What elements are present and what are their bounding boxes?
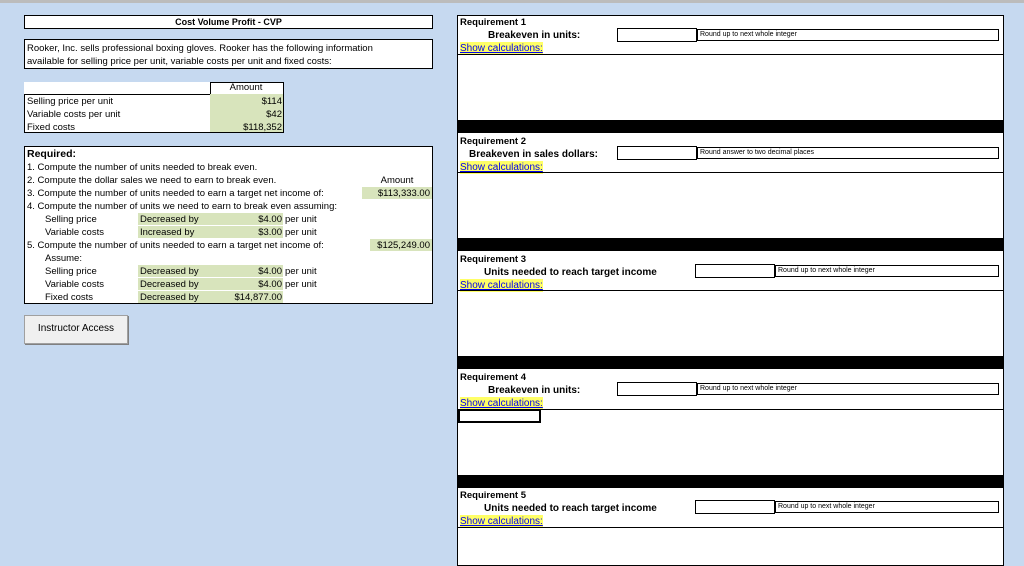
req4-title: Requirement 4	[460, 372, 526, 383]
req4-variable-costs-direction[interactable]: Increased by	[140, 226, 194, 239]
req1-note: Round up to next whole integer	[697, 29, 999, 41]
req5-band	[457, 475, 1004, 488]
req5-answer-input[interactable]	[695, 500, 775, 514]
req5-variable-costs-label: Variable costs	[45, 279, 104, 290]
page-title: Cost Volume Profit - CVP	[175, 17, 282, 27]
req4-note: Round up to next whole integer	[697, 383, 999, 395]
req2-title: Requirement 2	[460, 136, 526, 147]
input-label-variable-costs: Variable costs per unit	[27, 109, 121, 120]
req2-band	[457, 120, 1004, 133]
input-value-fixed-costs[interactable]: $118,352	[210, 121, 282, 134]
req4-selling-price-unit: per unit	[285, 214, 317, 225]
intro-line-2: available for selling price per unit, va…	[27, 56, 332, 67]
req2-note: Round answer to two decimal places	[697, 147, 999, 159]
instructor-access-button[interactable]: Instructor Access	[24, 315, 128, 344]
req4-variable-costs-amount[interactable]: $3.00	[220, 226, 282, 239]
req4-selected-cell[interactable]	[458, 409, 541, 423]
req3-work-divider	[457, 290, 1004, 291]
req5-title: Requirement 5	[460, 490, 526, 501]
title-box: Cost Volume Profit - CVP	[24, 15, 433, 29]
req5-selling-price-direction[interactable]: Decreased by	[140, 265, 199, 278]
required-amount-header: Amount	[380, 175, 414, 186]
req1-title: Requirement 1	[460, 17, 526, 28]
required-item-3: 3. Compute the number of units needed to…	[27, 188, 324, 199]
req4-band	[457, 356, 1004, 369]
req4-variable-costs-label: Variable costs	[45, 227, 104, 238]
req4-work-divider	[457, 409, 1004, 410]
req3-title: Requirement 3	[460, 254, 526, 265]
req2-answer-input[interactable]	[617, 146, 697, 160]
intro-box: Rooker, Inc. sells professional boxing g…	[24, 39, 433, 69]
target-income-3[interactable]: $113,333.00	[362, 187, 430, 200]
input-value-variable-costs[interactable]: $42	[210, 108, 282, 121]
req4-variable-costs-unit: per unit	[285, 227, 317, 238]
input-value-selling-price[interactable]: $114	[210, 95, 282, 108]
required-item-1: 1. Compute the number of units needed to…	[27, 162, 258, 173]
inputs-amount-header: Amount	[229, 82, 263, 93]
req4-answer-input[interactable]	[617, 382, 697, 396]
req5-label: Units needed to reach target income	[484, 503, 657, 514]
req4-selling-price-label: Selling price	[45, 214, 97, 225]
intro-line-1: Rooker, Inc. sells professional boxing g…	[27, 43, 373, 54]
req1-label: Breakeven in units:	[488, 30, 581, 41]
req4-label: Breakeven in units:	[488, 385, 581, 396]
req5-work-divider	[457, 527, 1004, 528]
req5-variable-costs-direction[interactable]: Decreased by	[140, 278, 199, 291]
req1-work-divider	[457, 54, 1004, 55]
required-item-5: 5. Compute the number of units needed to…	[27, 240, 324, 251]
target-income-5[interactable]: $125,249.00	[362, 239, 430, 252]
req5-fixed-costs-label: Fixed costs	[45, 292, 94, 303]
req4-selling-price-amount[interactable]: $4.00	[220, 213, 282, 226]
req2-work-divider	[457, 172, 1004, 173]
req5-selling-price-label: Selling price	[45, 266, 97, 277]
sheet-top-border	[0, 0, 1024, 3]
req2-label: Breakeven in sales dollars:	[469, 149, 598, 160]
required-heading: Required:	[27, 148, 77, 160]
req5-fixed-costs-amount[interactable]: $14,877.00	[220, 291, 282, 304]
req5-note: Round up to next whole integer	[775, 501, 999, 513]
assume-label: Assume:	[45, 253, 82, 264]
req1-answer-input[interactable]	[617, 28, 697, 42]
req3-note: Round up to next whole integer	[775, 265, 999, 277]
req5-selling-price-unit: per unit	[285, 266, 317, 277]
req5-fixed-costs-direction[interactable]: Decreased by	[140, 291, 199, 304]
req3-answer-input[interactable]	[695, 264, 775, 278]
required-item-2: 2. Compute the dollar sales we need to e…	[27, 175, 277, 186]
input-label-selling-price: Selling price per unit	[27, 96, 114, 107]
req5-variable-costs-unit: per unit	[285, 279, 317, 290]
input-label-fixed-costs: Fixed costs	[27, 122, 76, 133]
required-item-4: 4. Compute the number of units we need t…	[27, 201, 337, 212]
req4-selling-price-direction[interactable]: Decreased by	[140, 213, 199, 226]
req5-variable-costs-amount[interactable]: $4.00	[220, 278, 282, 291]
req5-selling-price-amount[interactable]: $4.00	[220, 265, 282, 278]
req3-label: Units needed to reach target income	[484, 267, 657, 278]
req3-band	[457, 238, 1004, 251]
